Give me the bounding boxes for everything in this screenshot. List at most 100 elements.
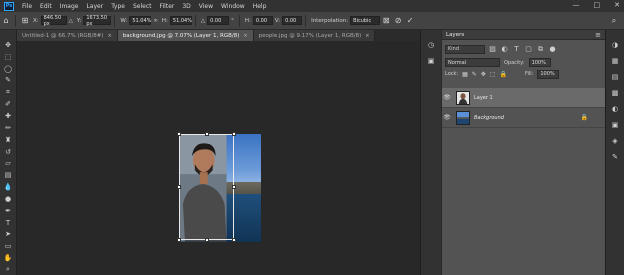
transform-handle[interactable] [232, 238, 236, 242]
transform-handle[interactable] [205, 132, 209, 136]
quick-select-icon[interactable]: ✎ [2, 76, 14, 86]
menu-type[interactable]: Type [107, 3, 129, 10]
chain-icon[interactable]: ∞ [153, 18, 158, 24]
fill-field[interactable]: 100% [537, 69, 560, 79]
lock-transparent-icon[interactable]: ▦ [462, 71, 468, 78]
swatches-icon[interactable]: ▦ [610, 56, 620, 66]
eyedropper-icon[interactable]: ✐ [2, 99, 14, 109]
angle-field[interactable]: 0.00 [207, 16, 230, 25]
search-icon[interactable]: ⌕ [608, 15, 620, 27]
menu-edit[interactable]: Edit [36, 3, 56, 10]
lock-position-icon[interactable]: ✥ [481, 71, 486, 78]
patterns-icon[interactable]: ▩ [610, 88, 620, 98]
properties-icon[interactable]: ▣ [426, 56, 436, 66]
visibility-eye-icon[interactable]: 👁 [442, 114, 452, 121]
layer-name[interactable]: Layer 1 [474, 95, 493, 101]
color-icon[interactable]: ◑ [610, 40, 620, 50]
tab-untitled[interactable]: Untitled-1 @ 66.7% (RGB/8#) × [17, 30, 118, 41]
menu-window[interactable]: Window [217, 3, 249, 10]
menu-layer[interactable]: Layer [82, 3, 107, 10]
pixel-filter-icon[interactable]: ▨ [488, 45, 497, 54]
tab-people[interactable]: people.jpg @ 9.17% (Layer 1, RGB/8) × [253, 30, 376, 41]
gradients-icon[interactable]: ▤ [610, 72, 620, 82]
lock-artboard-icon[interactable]: ⬚ [490, 71, 496, 78]
menu-image[interactable]: Image [56, 3, 83, 10]
visibility-eye-icon[interactable]: 👁 [442, 94, 452, 101]
brush-icon[interactable]: ✏ [2, 123, 14, 133]
move-icon[interactable]: ✥ [2, 40, 14, 50]
close-tab-icon[interactable]: × [365, 33, 369, 39]
shape-icon[interactable]: ▭ [2, 241, 14, 251]
channels-icon[interactable]: ◈ [610, 136, 620, 146]
x-field[interactable]: 846.50 px [40, 15, 67, 27]
panel-menu-icon[interactable]: ≡ [595, 31, 601, 39]
type-icon[interactable]: T [2, 218, 14, 228]
type-filter-icon[interactable]: T [512, 45, 521, 54]
height-field[interactable]: 51.04% [169, 16, 192, 25]
layer-row-layer-1[interactable]: 👁 Layer 1 [442, 88, 606, 108]
marquee-icon[interactable]: ⬚ [2, 52, 14, 62]
h-skew-field[interactable]: 0.00 [252, 16, 273, 25]
menu-select[interactable]: Select [129, 3, 156, 10]
menu-filter[interactable]: Filter [156, 3, 179, 10]
close-tab-icon[interactable]: × [108, 33, 112, 39]
dodge-icon[interactable]: ● [2, 194, 14, 204]
warp-icon[interactable]: ⊠ [380, 15, 392, 27]
photoshop-logo[interactable]: Ps [4, 1, 14, 11]
shape-filter-icon[interactable]: ▢ [524, 45, 533, 54]
gradient-icon[interactable]: ▤ [2, 170, 14, 180]
lock-all-icon[interactable]: 🔒 [500, 71, 507, 78]
menu-file[interactable]: File [18, 3, 36, 10]
transform-bounding-box[interactable] [177, 132, 236, 242]
healing-icon[interactable]: ✚ [2, 111, 14, 121]
reference-point-icon[interactable]: ⊞ [19, 15, 31, 27]
menu-3d[interactable]: 3D [178, 3, 194, 10]
filter-toggle-icon[interactable]: ● [548, 45, 557, 54]
opacity-field[interactable]: 100% [528, 58, 551, 67]
menu-help[interactable]: Help [249, 3, 271, 10]
zoom-icon[interactable]: ⌕ [2, 265, 14, 275]
y-field[interactable]: 1673.50 px [83, 15, 112, 27]
blend-mode-select[interactable]: Normal [445, 58, 500, 67]
width-field[interactable]: 51.04% [129, 16, 151, 25]
layers-panel-title[interactable]: Layers [446, 32, 464, 38]
transform-handle[interactable] [177, 185, 181, 189]
stamp-icon[interactable]: ♜ [2, 135, 14, 145]
adjustments-icon[interactable]: ◐ [610, 104, 620, 114]
path-select-icon[interactable]: ➤ [2, 230, 14, 240]
crop-icon[interactable]: ⌗ [2, 87, 14, 97]
adjustment-filter-icon[interactable]: ◐ [500, 45, 509, 54]
maximize-icon[interactable]: □ [594, 1, 601, 9]
pen-icon[interactable]: ✒ [2, 206, 14, 216]
interpolation-select[interactable]: Bicubic [350, 16, 381, 25]
hand-icon[interactable]: ✋ [2, 253, 14, 263]
tab-background[interactable]: background.jpg @ 7.07% (Layer 1, RGB/8) … [117, 30, 254, 41]
libraries-icon[interactable]: ▣ [610, 120, 620, 130]
layer-name[interactable]: Background [474, 115, 504, 121]
layer-row-background[interactable]: 👁 Background 🔒 [442, 108, 606, 128]
canvas-area[interactable] [17, 41, 420, 275]
history-brush-icon[interactable]: ↺ [2, 147, 14, 157]
transform-handle[interactable] [232, 132, 236, 136]
lasso-icon[interactable]: ◯ [2, 64, 14, 74]
close-icon[interactable]: ✕ [614, 1, 620, 9]
transform-handle[interactable] [177, 238, 181, 242]
blur-icon[interactable]: 💧 [2, 182, 14, 192]
close-tab-icon[interactable]: × [243, 33, 247, 39]
cancel-transform-icon[interactable]: ⊘ [392, 15, 404, 27]
transform-handle[interactable] [205, 238, 209, 242]
home-icon[interactable]: ⌂ [0, 15, 12, 27]
commit-transform-icon[interactable]: ✓ [404, 15, 416, 27]
menu-view[interactable]: View [195, 3, 217, 10]
transform-handle[interactable] [232, 185, 236, 189]
paths-icon[interactable]: ✎ [610, 152, 620, 162]
eraser-icon[interactable]: ▱ [2, 158, 14, 168]
v-skew-field[interactable]: 0.00 [282, 16, 303, 25]
lock-image-icon[interactable]: ✎ [472, 71, 477, 78]
filter-kind-select[interactable]: Kind [445, 44, 485, 54]
minimize-icon[interactable]: — [573, 1, 580, 9]
smart-object-filter-icon[interactable]: ⧉ [536, 45, 545, 54]
link-icon[interactable]: △ [69, 18, 73, 24]
history-icon[interactable]: ◷ [426, 40, 436, 50]
transform-handle[interactable] [177, 132, 181, 136]
